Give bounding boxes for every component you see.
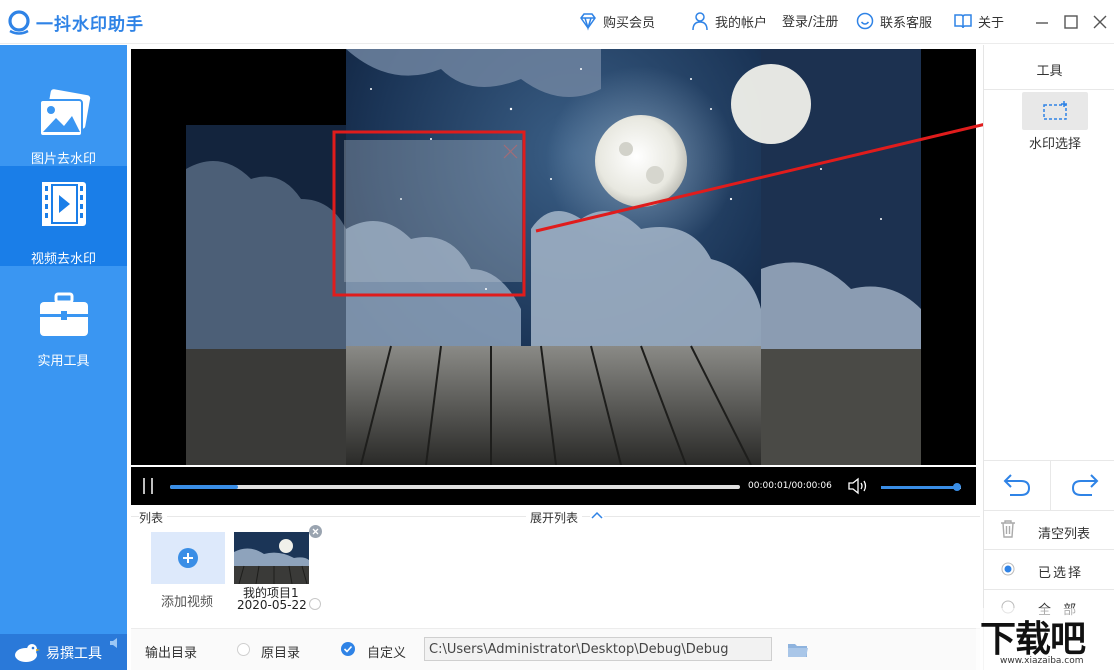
site-watermark-url: www.xiazaiba.com: [1000, 656, 1084, 666]
sidebar-item-video-watermark[interactable]: 视频去水印: [0, 166, 127, 267]
expand-list-button[interactable]: 展开列表: [526, 509, 583, 526]
buy-vip-link[interactable]: 购买会员: [578, 11, 655, 31]
book-icon: [954, 14, 972, 29]
sidebar-item-label: 实用工具: [37, 354, 90, 369]
add-video-button[interactable]: [151, 532, 225, 584]
speaker-icon: [110, 638, 117, 648]
about-label: 关于: [978, 15, 1005, 31]
sidebar-item-label: 图片去水印: [30, 152, 96, 167]
annotation-arrow: [535, 114, 1006, 233]
chevron-up-icon[interactable]: [590, 509, 604, 521]
panel-divider: [1050, 460, 1051, 510]
thumbnail-image: [234, 532, 309, 584]
login-label: 登录/注册: [782, 15, 839, 30]
support-label: 联系客服: [880, 15, 933, 31]
clear-list-button[interactable]: 清空列表: [984, 511, 1114, 551]
volume-fill: [881, 486, 957, 489]
radio-checked-icon: [1001, 562, 1015, 576]
close-icon[interactable]: [1090, 12, 1110, 32]
list-title: 列表: [139, 509, 168, 526]
original-dir-label: 原目录: [261, 646, 301, 661]
volume-track[interactable]: [881, 483, 961, 491]
progress-fill: [170, 485, 239, 489]
sidebar-item-label: 视频去水印: [30, 252, 96, 267]
progress-track[interactable]: [170, 485, 740, 489]
watermark-select-label: 水印选择: [1028, 137, 1081, 152]
trash-icon: [1001, 520, 1015, 538]
volume-icon[interactable]: [847, 477, 869, 495]
maximize-icon[interactable]: [1061, 12, 1081, 32]
promo-banner[interactable]: 易撰工具: [0, 634, 127, 670]
undo-icon[interactable]: [1002, 471, 1032, 499]
title-bar: 一抖水印助手 购买会员 我的帐户 登录/注册 联系客服 关于: [0, 0, 1114, 44]
tools-title: 工具: [1036, 64, 1063, 79]
video-thumbnail[interactable]: [234, 532, 309, 584]
logo-icon: [8, 10, 30, 35]
pause-icon[interactable]: [139, 477, 157, 495]
my-account-label: 我的帐户: [715, 15, 768, 31]
original-dir-radio[interactable]: [237, 643, 250, 656]
clear-list-label: 清空列表: [1038, 527, 1091, 542]
panel-divider: [984, 460, 1114, 461]
video-list: 列表 展开列表 添加视频 我的项目1 2020-05-22: [131, 507, 980, 625]
toolbox-icon: [40, 292, 88, 336]
output-label: 输出目录: [145, 646, 198, 661]
bird-icon: [15, 644, 40, 662]
volume-knob[interactable]: [953, 483, 961, 491]
remove-item-icon[interactable]: [309, 525, 322, 538]
site-watermark: 下载吧 www.xiazaiba.com: [976, 608, 1114, 670]
about-link[interactable]: 关于: [953, 11, 1004, 31]
redo-icon[interactable]: [1070, 471, 1100, 499]
app-logo: 一抖水印助手: [6, 8, 144, 36]
film-icon: [42, 182, 86, 226]
selected-option[interactable]: 已选择: [984, 550, 1114, 590]
custom-dir-radio[interactable]: [341, 642, 355, 656]
promo-label: 易撰工具: [46, 646, 102, 662]
video-item-date: 2020-05-22: [237, 598, 307, 612]
user-icon: [692, 12, 708, 31]
selected-label: 已选择: [1038, 566, 1084, 581]
my-account-link[interactable]: 我的帐户: [690, 11, 767, 31]
support-link[interactable]: 联系客服: [855, 11, 932, 31]
sidebar: 图片去水印 视频去水印 实用工具 易撰工具: [0, 45, 127, 670]
diamond-icon: [580, 13, 596, 31]
minimize-icon[interactable]: [1032, 12, 1052, 32]
panel-divider: [984, 89, 1114, 90]
player-controls: 00:00:01/00:00:06: [131, 467, 976, 505]
tools-panel: 工具 水印选择 清空列表 已选择 全 部: [983, 45, 1114, 670]
app-window: 一抖水印助手 购买会员 我的帐户 登录/注册 联系客服 关于 图片去水印 视频去…: [0, 0, 1114, 670]
output-bar: 输出目录 原目录 自定义: [131, 628, 980, 670]
image-icon: [39, 89, 91, 137]
site-watermark-text: 下载吧: [980, 619, 1086, 660]
time-readout: 00:00:01/00:00:06: [748, 481, 832, 491]
custom-dir-label: 自定义: [367, 646, 407, 661]
smile-icon: [856, 12, 874, 30]
buy-vip-label: 购买会员: [603, 15, 656, 31]
app-title: 一抖水印助手: [36, 14, 144, 35]
item-select-radio[interactable]: [309, 598, 321, 610]
login-link[interactable]: 登录/注册: [782, 11, 838, 30]
plus-circle-icon: [178, 548, 198, 568]
folder-icon[interactable]: [787, 641, 809, 659]
output-path-field[interactable]: [424, 637, 772, 661]
select-area-icon: [1043, 101, 1067, 120]
watermark-select-button[interactable]: [1022, 92, 1088, 130]
add-video-label: 添加视频: [161, 595, 214, 610]
sidebar-item-tools[interactable]: 实用工具: [0, 280, 127, 380]
